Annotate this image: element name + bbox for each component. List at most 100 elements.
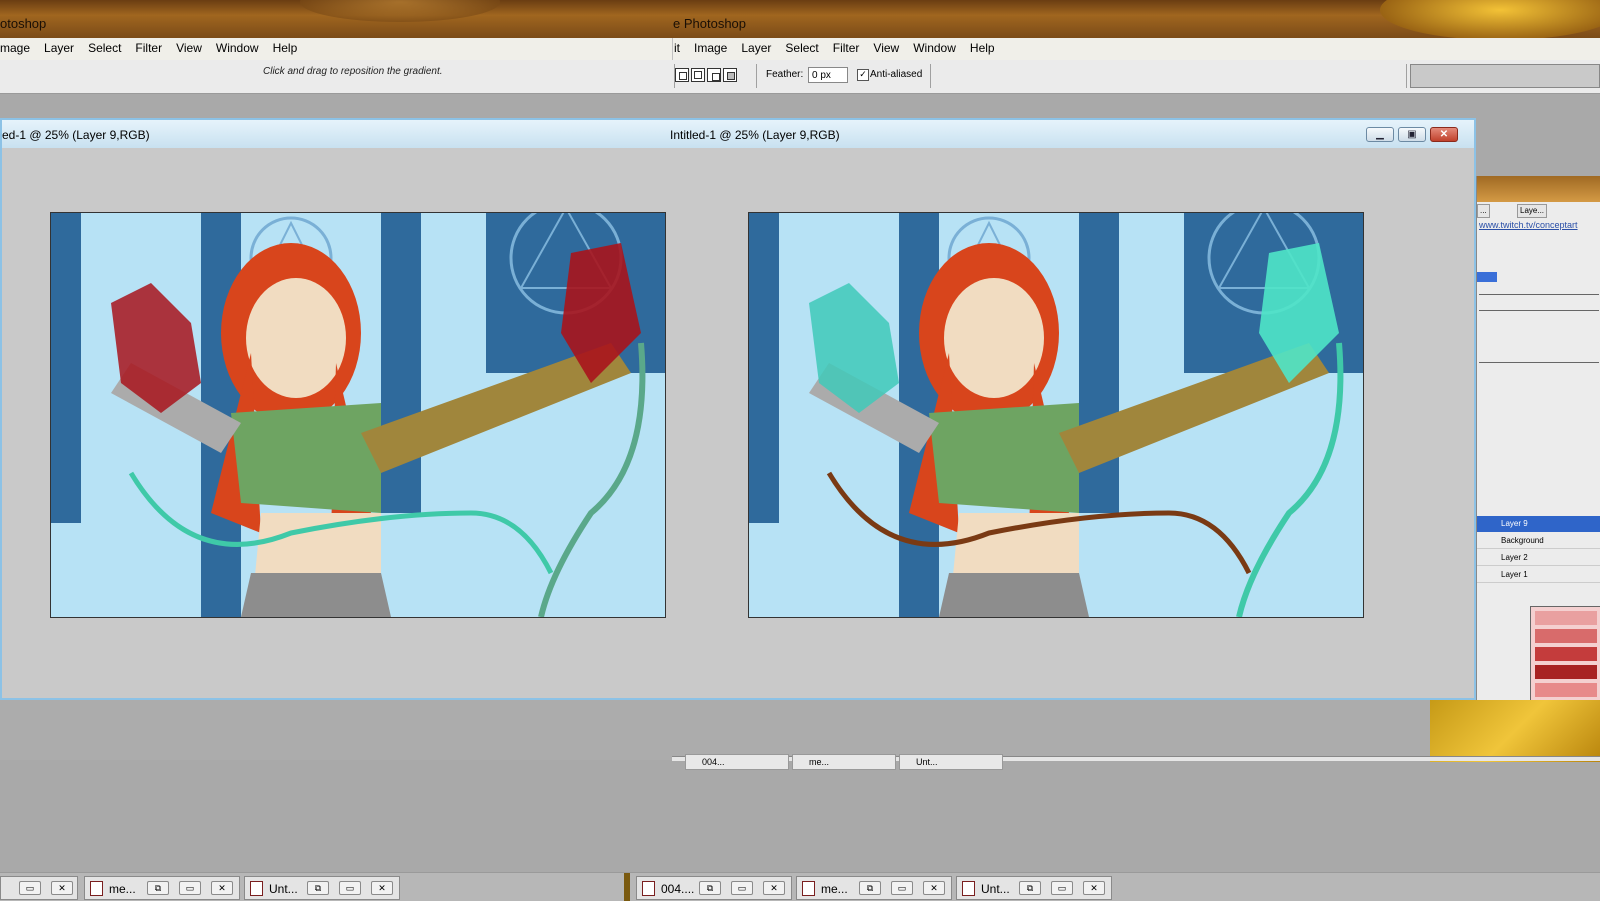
- minimized-window-name: me...: [109, 882, 136, 896]
- menu-image[interactable]: mage: [0, 38, 37, 55]
- minimized-doc[interactable]: Unt...: [899, 754, 1003, 770]
- menu-filter[interactable]: Filter: [826, 38, 867, 55]
- feather-input[interactable]: 0 px: [808, 67, 848, 83]
- menu-view[interactable]: View: [866, 38, 906, 55]
- restore-button[interactable]: ▣: [1398, 127, 1426, 142]
- maximize-icon[interactable]: ▭: [339, 881, 361, 895]
- maximize-icon[interactable]: ▭: [891, 881, 913, 895]
- minimized-window[interactable]: Unt... ⧉ ▭ ✕: [956, 876, 1112, 900]
- minimized-doc[interactable]: me...: [792, 754, 896, 770]
- minimized-window-name: me...: [821, 882, 848, 896]
- document-icon: [802, 881, 815, 896]
- new-selection-icon[interactable]: [675, 68, 689, 82]
- gradient-hint: Click and drag to reposition the gradien…: [263, 66, 443, 77]
- maximize-icon[interactable]: ▭: [179, 881, 201, 895]
- restore-icon[interactable]: ⧉: [859, 881, 881, 895]
- menu-window[interactable]: Window: [209, 38, 266, 55]
- close-icon[interactable]: ✕: [923, 881, 945, 895]
- close-icon[interactable]: ✕: [371, 881, 393, 895]
- restore-icon[interactable]: ⧉: [147, 881, 169, 895]
- close-icon: ✕: [1439, 129, 1449, 140]
- document-icon: [250, 881, 263, 896]
- panel-tab[interactable]: ...: [1477, 204, 1490, 218]
- minimized-window[interactable]: ▭ ✕: [0, 876, 78, 900]
- feather-label: Feather:: [766, 69, 804, 80]
- antialias-checkbox[interactable]: ✓: [857, 69, 869, 81]
- panel-swatch[interactable]: [1477, 272, 1497, 282]
- menu-window[interactable]: Window: [906, 38, 963, 55]
- minimized-window-name: 004....: [661, 882, 695, 896]
- panel-slider[interactable]: [1479, 286, 1599, 295]
- document-icon: [962, 881, 975, 896]
- menu-filter[interactable]: Filter: [128, 38, 169, 55]
- wallpaper-deco: [1380, 0, 1600, 40]
- minimized-doc-name: me...: [809, 757, 830, 767]
- minimized-window[interactable]: 004.... ⧉ ▭ ✕: [636, 876, 792, 900]
- wallpaper-deco: [1430, 700, 1600, 762]
- panel-header: [1477, 176, 1600, 202]
- document-title-left: ed-1 @ 25% (Layer 9,RGB): [2, 128, 150, 142]
- close-icon[interactable]: ✕: [763, 881, 785, 895]
- menu-edit[interactable]: it: [673, 38, 687, 55]
- canvas-left[interactable]: [50, 212, 666, 618]
- menu-select[interactable]: Select: [81, 38, 128, 55]
- close-icon[interactable]: ✕: [1083, 881, 1105, 895]
- panel-url[interactable]: www.twitch.tv/conceptart: [1479, 220, 1599, 232]
- menubar-right: it Image Layer Select Filter View Window Help: [672, 38, 1600, 61]
- palette-well[interactable]: [1410, 64, 1600, 88]
- restore-icon: ▣: [1407, 129, 1417, 140]
- document-window: ed-1 @ 25% (Layer 9,RGB) Intitled-1 @ 25…: [0, 118, 1476, 700]
- minimized-doc-name: Unt...: [916, 757, 938, 767]
- add-selection-icon[interactable]: [691, 68, 705, 82]
- canvas-right[interactable]: [748, 212, 1364, 618]
- panel-slider[interactable]: [1479, 354, 1599, 363]
- panel-tab-layers[interactable]: Laye...: [1517, 204, 1548, 218]
- restore-icon[interactable]: ⧉: [1019, 881, 1041, 895]
- document-icon: [90, 881, 103, 896]
- window-divider: [624, 873, 630, 901]
- menu-layer[interactable]: Layer: [37, 38, 81, 55]
- app-title-right: e Photoshop: [673, 16, 747, 31]
- menu-layer[interactable]: Layer: [734, 38, 778, 55]
- menu-image[interactable]: Image: [687, 38, 734, 55]
- intersect-selection-icon[interactable]: [723, 68, 737, 82]
- minimized-window[interactable]: me... ⧉ ▭ ✕: [796, 876, 952, 900]
- maximize-icon[interactable]: ▭: [731, 881, 753, 895]
- artwork-right: [749, 213, 1363, 617]
- minimized-window-name: Unt...: [269, 882, 298, 896]
- restore-icon[interactable]: ⧉: [699, 881, 721, 895]
- menu-view[interactable]: View: [169, 38, 209, 55]
- layer-row[interactable]: Background: [1477, 533, 1600, 549]
- minimized-doc[interactable]: 004...: [685, 754, 789, 770]
- menu-help[interactable]: Help: [963, 38, 1002, 55]
- minimize-icon: ▁: [1376, 129, 1384, 140]
- restore-icon[interactable]: ⧉: [307, 881, 329, 895]
- close-icon[interactable]: ✕: [51, 881, 73, 895]
- minimized-windows-bar: ▭ ✕ me... ⧉ ▭ ✕ Unt... ⧉ ▭ ✕ 004.... ⧉ ▭…: [0, 872, 1600, 901]
- menu-select[interactable]: Select: [778, 38, 825, 55]
- artwork-left: [51, 213, 665, 617]
- document-icon: [642, 881, 655, 896]
- layer-row-selected[interactable]: Layer 9: [1477, 516, 1600, 532]
- subtract-selection-icon[interactable]: [707, 68, 721, 82]
- layer-row[interactable]: Layer 1: [1477, 567, 1600, 583]
- title-bar: [0, 0, 1600, 40]
- minimized-window-name: Unt...: [981, 882, 1010, 896]
- close-icon[interactable]: ✕: [211, 881, 233, 895]
- menubar-left: mage Layer Select Filter View Window Help: [0, 38, 672, 61]
- panel-slider[interactable]: [1479, 302, 1599, 311]
- wallpaper-deco: [300, 0, 500, 22]
- minimize-button[interactable]: ▁: [1366, 127, 1394, 142]
- workspace-background: [0, 700, 1430, 760]
- maximize-icon[interactable]: ▭: [1051, 881, 1073, 895]
- restore-icon[interactable]: ▭: [19, 881, 41, 895]
- menu-help[interactable]: Help: [266, 38, 305, 55]
- document-title-right: Intitled-1 @ 25% (Layer 9,RGB): [670, 128, 840, 142]
- close-button[interactable]: ✕: [1430, 127, 1458, 142]
- layer-row[interactable]: Layer 2: [1477, 550, 1600, 566]
- minimized-window[interactable]: Unt... ⧉ ▭ ✕: [244, 876, 400, 900]
- antialias-label: Anti-aliased: [870, 69, 923, 80]
- minimized-window[interactable]: me... ⧉ ▭ ✕: [84, 876, 240, 900]
- app-title-left: otoshop: [0, 16, 47, 31]
- document-titlebar[interactable]: ed-1 @ 25% (Layer 9,RGB) Intitled-1 @ 25…: [2, 120, 1474, 148]
